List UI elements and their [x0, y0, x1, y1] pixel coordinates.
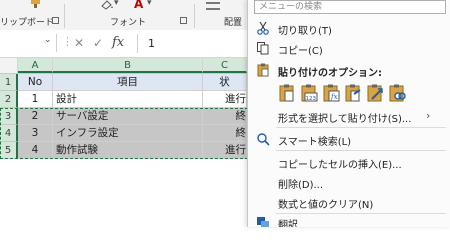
row-header[interactable]: 2 [0, 91, 18, 108]
paste-option-formulas-icon[interactable]: fx [322, 84, 340, 102]
svg-text:fx: fx [330, 93, 338, 101]
submenu-arrow-icon: › [426, 109, 431, 122]
menu-separator [276, 150, 446, 151]
menu-item-translate[interactable]: 翻訳 [248, 214, 450, 227]
menu-separator [276, 127, 446, 128]
formula-divider [137, 34, 138, 53]
table-header-cell[interactable]: 項目 [53, 74, 203, 91]
table-cell[interactable]: 1 [18, 91, 53, 108]
column-header-a[interactable]: A [18, 58, 53, 73]
font-launcher-icon[interactable] [180, 17, 187, 24]
menu-item-label: コピーしたセルの挿入(E)... [278, 160, 402, 171]
font-group-label: フォント [110, 18, 147, 28]
menu-item-cut[interactable]: 切り取り(T) [248, 18, 450, 38]
column-header-c[interactable]: C [203, 58, 247, 73]
paste-options-header: 貼り付けのオプション: [248, 60, 450, 80]
menu-item-label: 削除(D)... [278, 180, 324, 191]
table-header-cell[interactable]: No [18, 74, 53, 91]
menu-item-label: コピー(C) [278, 46, 323, 57]
align-lines-icon[interactable] [206, 2, 220, 10]
name-box-dropdown-icon[interactable]: ⌄ [44, 35, 52, 45]
paste-icon [257, 63, 269, 77]
table-cell[interactable]: 進行 [203, 91, 247, 108]
menu-item-label: 形式を選択して貼り付け(S)... [278, 114, 412, 125]
menu-item-label: 貼り付けのオプション: [278, 68, 382, 79]
font-color-dropdown-icon[interactable]: ▾ [147, 0, 152, 8]
paste-option-formatting-icon[interactable] [344, 84, 362, 102]
group-divider [64, 4, 65, 28]
row-header[interactable]: 1 [0, 74, 18, 91]
menu-item-paste-special[interactable]: 形式を選択して貼り付け(S)... › [248, 106, 450, 126]
fill-color-dropdown-icon[interactable]: ▾ [114, 0, 119, 8]
column-header-b[interactable]: B [53, 58, 203, 73]
scissors-icon [257, 21, 269, 35]
menu-item-label: スマート検索(L) [278, 137, 352, 148]
context-menu: メニューの検索 切り取り(T) コピー(C) 貼り付けのオプション: 123 f… [247, 0, 450, 227]
search-icon [257, 133, 270, 146]
format-painter-icon[interactable] [30, 0, 42, 8]
paste-option-values-icon[interactable]: 123 [300, 84, 318, 102]
translate-icon [257, 217, 269, 227]
paste-option-paste-icon[interactable] [278, 84, 296, 102]
group-divider [194, 4, 195, 28]
menu-item-copy[interactable]: コピー(C) [248, 38, 450, 58]
clipboard-group-label: リップボード [0, 18, 55, 28]
table-header-cell[interactable]: 状 [203, 74, 247, 91]
insert-function-button[interactable]: fx [112, 35, 124, 50]
menu-item-label: 切り取り(T) [278, 26, 332, 37]
menu-search-input[interactable]: メニューの検索 [254, 0, 446, 14]
more-options-icon[interactable]: ⋮ [62, 35, 73, 48]
enter-icon[interactable]: ✓ [93, 36, 103, 50]
menu-search-placeholder: メニューの検索 [259, 2, 323, 12]
clipboard-launcher-icon[interactable] [52, 17, 59, 24]
alignment-group-label: 配置 [224, 18, 243, 28]
menu-item-smart-lookup[interactable]: スマート検索(L) [248, 129, 450, 149]
svg-text:123: 123 [306, 96, 317, 102]
menu-item-label: 翻訳 [278, 220, 298, 227]
menu-item-label: 数式と値のクリア(N) [278, 200, 374, 211]
copy-icon [257, 42, 269, 55]
menu-item-delete[interactable]: 削除(D)... [248, 172, 450, 192]
copy-selection-border [0, 108, 248, 159]
paste-option-link-icon[interactable] [388, 84, 406, 102]
menu-item-clear-contents[interactable]: 数式と値のクリア(N) [248, 192, 450, 212]
font-color-icon[interactable]: A [134, 0, 143, 11]
formula-input[interactable]: 1 [148, 37, 155, 50]
menu-item-insert-copied-cells[interactable]: コピーしたセルの挿入(E)... [248, 152, 450, 172]
paste-option-transpose-icon[interactable] [366, 84, 384, 102]
cancel-icon[interactable]: ✕ [74, 36, 84, 50]
name-box[interactable]: ⌄ [0, 34, 57, 52]
table-cell[interactable]: 設計 [53, 91, 203, 108]
select-all-corner[interactable] [0, 58, 18, 73]
